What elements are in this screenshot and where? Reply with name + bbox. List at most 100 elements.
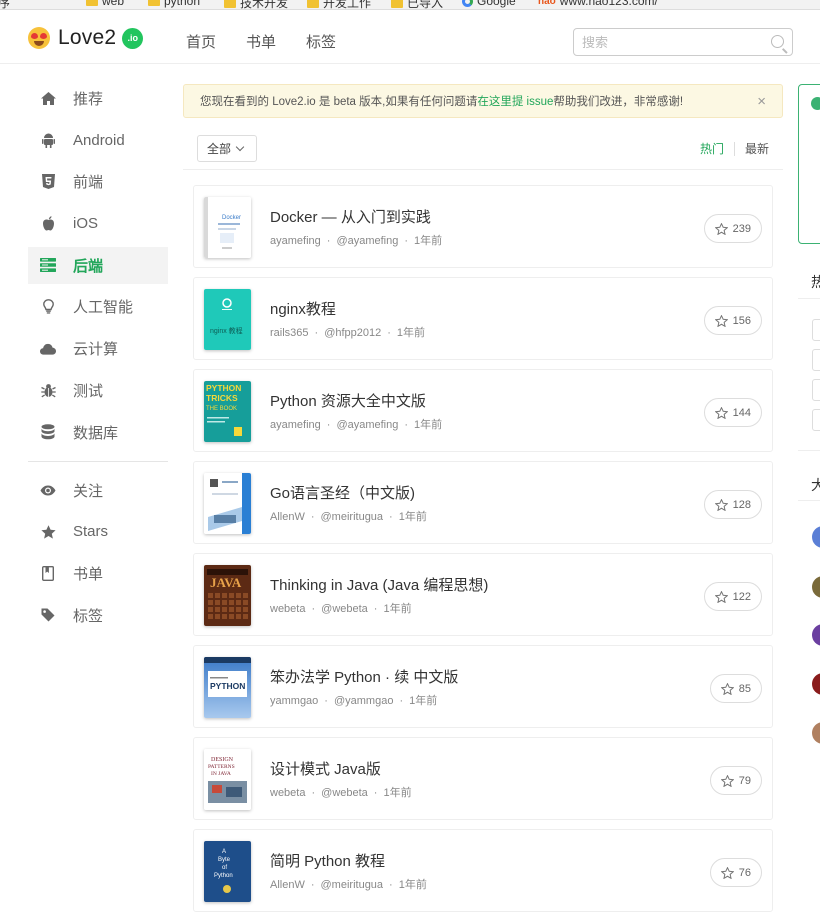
book-author[interactable]: AllenW [270, 511, 305, 523]
sidebar-item-frontend[interactable]: 前端 [28, 163, 168, 200]
meta-separator: · [399, 695, 404, 707]
right-tag-chip[interactable] [812, 349, 820, 371]
bookmark-item[interactable]: python [148, 0, 200, 8]
sidebar-item-tags[interactable]: 标签 [28, 597, 168, 634]
book-author[interactable]: yammgao [270, 695, 318, 707]
avatar[interactable] [812, 624, 820, 646]
site-logo[interactable]: Love2 .io [28, 26, 144, 50]
bookmark-item[interactable]: 已导入 [391, 0, 443, 9]
right-tag-chip[interactable] [812, 379, 820, 401]
category-select[interactable]: 全部 [197, 135, 257, 162]
book-author[interactable]: rails365 [270, 327, 309, 339]
sidebar-item-testing[interactable]: 测试 [28, 372, 168, 409]
book-time: 1年前 [414, 235, 443, 247]
book-card[interactable]: DESIGN PATTERNS IN JAVA 设计模式 Java版 webeta · @w… [193, 737, 773, 820]
book-card[interactable]: Go语言圣经（中文版) AllenW · @meiritugua · 1年前 128 [193, 461, 773, 544]
book-author[interactable]: AllenW [270, 879, 305, 891]
meta-separator: · [373, 603, 378, 615]
book-cover-image[interactable]: Docker [204, 197, 251, 258]
book-title[interactable]: Go语言圣经（中文版) [270, 482, 415, 503]
sort-hot[interactable]: 热门 [700, 140, 724, 157]
book-title[interactable]: Python 资源大全中文版 [270, 390, 426, 411]
bookmark-item[interactable]: web [86, 0, 124, 8]
book-card[interactable]: nginx 教程 nginx教程 rails365 · @hfpp2012 · 1年前 156 [193, 277, 773, 360]
star-button[interactable]: 144 [703, 398, 762, 427]
notice-issue-link[interactable]: 在这里提 issue [477, 93, 553, 109]
book-cover-image[interactable]: JAVA [204, 565, 251, 626]
sidebar-item-android[interactable]: Android [28, 122, 168, 159]
star-button[interactable]: 239 [703, 214, 762, 243]
right-tag-chip[interactable] [812, 319, 820, 341]
book-title[interactable]: 设计模式 Java版 [270, 758, 381, 779]
bookmark-item[interactable]: 技术开发 [224, 0, 288, 9]
sidebar-item-backend[interactable]: 后端 [28, 246, 168, 284]
bookmark-item[interactable]: Google [462, 0, 516, 8]
book-handle[interactable]: @webeta [321, 787, 368, 799]
bookmark-item[interactable]: 程序 [0, 0, 10, 9]
book-cover-image[interactable] [204, 473, 251, 534]
star-button[interactable]: 79 [709, 766, 762, 795]
book-handle[interactable]: @meiritugua [321, 879, 384, 891]
sidebar-item-stars[interactable]: Stars [28, 513, 168, 550]
sidebar-item-label: 人工智能 [73, 299, 134, 317]
book-handle[interactable]: @webeta [321, 603, 368, 615]
book-card[interactable]: JAVA Thinking in Java (Java 编程思想) webeta · @… [193, 553, 773, 636]
book-card[interactable]: PYTHON 笨办法学 Python · 续 中文版 yammgao · @yammga… [193, 645, 773, 728]
sidebar-item-ios[interactable]: iOS [28, 205, 168, 242]
star-button[interactable]: 122 [703, 582, 762, 611]
book-handle[interactable]: @hfpp2012 [324, 327, 381, 339]
book-cover-image[interactable]: PYTHON [204, 657, 251, 718]
book-handle[interactable]: @ayamefing [336, 419, 398, 431]
book-author[interactable]: webeta [270, 603, 305, 615]
book-handle[interactable]: @meiritugua [321, 511, 384, 523]
book-handle[interactable]: @yammgao [334, 695, 393, 707]
book-cover-image[interactable]: PYTHON TRICKS THE BOOK [204, 381, 251, 442]
search-icon[interactable] [771, 35, 784, 48]
close-icon[interactable]: × [757, 93, 766, 110]
svg-text:Python: Python [214, 873, 233, 879]
bookmark-item[interactable]: hao www.hao123.com/ [538, 0, 658, 8]
avatar[interactable] [812, 722, 820, 744]
book-author[interactable]: ayamefing [270, 419, 321, 431]
folder-icon [224, 0, 236, 8]
nav-booklists[interactable]: 书单 [246, 31, 276, 52]
right-tag-chip[interactable] [812, 409, 820, 431]
star-outline-icon [720, 866, 739, 879]
sidebar-item-following[interactable]: 关注 [28, 472, 168, 509]
svg-text:PYTHON: PYTHON [210, 681, 245, 691]
book-card[interactable]: Docker Docker — 从入门到实践 ayamefing · @ayamefin… [193, 185, 773, 268]
book-title[interactable]: Docker — 从入门到实践 [270, 206, 431, 227]
nav-tags[interactable]: 标签 [306, 31, 336, 52]
sidebar-item-ai[interactable]: 人工智能 [28, 288, 168, 325]
avatar[interactable] [812, 526, 820, 548]
star-count: 85 [738, 682, 751, 695]
star-button[interactable]: 156 [703, 306, 762, 335]
book-card[interactable]: A Byte of Python 简明 Python 教程 AllenW · @meiritu… [193, 829, 773, 912]
avatar[interactable] [812, 673, 820, 695]
book-card[interactable]: PYTHON TRICKS THE BOOK Python 资源大全中文版 ayamef… [193, 369, 773, 452]
book-handle[interactable]: @ayamefing [336, 235, 398, 247]
meta-separator: · [389, 511, 393, 523]
sidebar-item-recommend[interactable]: 推荐 [28, 80, 168, 117]
bookmark-item[interactable]: 开发工作 [307, 0, 371, 9]
book-title[interactable]: Thinking in Java (Java 编程思想) [270, 574, 488, 595]
star-button[interactable]: 76 [709, 858, 762, 887]
booklist-icon [40, 565, 56, 581]
sidebar-item-booklists[interactable]: 书单 [28, 555, 168, 592]
book-title[interactable]: 简明 Python 教程 [270, 850, 385, 871]
book-title[interactable]: 笨办法学 Python · 续 中文版 [270, 666, 458, 687]
sidebar-item-cloud[interactable]: 云计算 [28, 330, 168, 367]
sort-new[interactable]: 最新 [745, 140, 769, 157]
book-title[interactable]: nginx教程 [270, 298, 336, 319]
sidebar-item-database[interactable]: 数据库 [28, 414, 168, 451]
book-cover-image[interactable]: DESIGN PATTERNS IN JAVA [204, 749, 251, 810]
star-button[interactable]: 128 [703, 490, 762, 519]
book-cover-image[interactable]: A Byte of Python [204, 841, 251, 902]
nav-home[interactable]: 首页 [186, 31, 216, 52]
book-author[interactable]: ayamefing [270, 235, 321, 247]
book-author[interactable]: webeta [270, 787, 305, 799]
book-cover-image[interactable]: nginx 教程 [204, 289, 251, 350]
avatar[interactable] [812, 576, 820, 598]
star-button[interactable]: 85 [709, 674, 762, 703]
search-input[interactable] [574, 29, 754, 55]
